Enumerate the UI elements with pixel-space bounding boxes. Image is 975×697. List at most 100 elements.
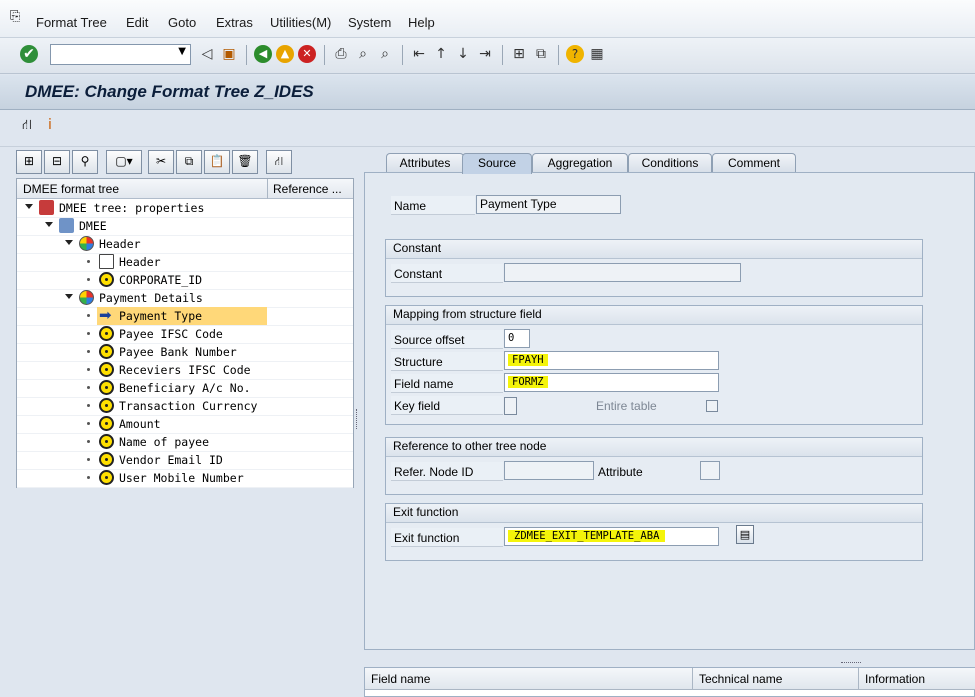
- tree-node-dmee[interactable]: DMEE: [17, 217, 353, 236]
- entire-table-checkbox[interactable]: [706, 400, 718, 412]
- field-name-field[interactable]: FORMZ: [504, 373, 719, 392]
- cut-icon[interactable]: ✂: [148, 150, 174, 174]
- grid-resize-grip[interactable]: [841, 662, 861, 664]
- toolbar-separator: [502, 45, 503, 65]
- tree-node-corporate-id[interactable]: CORPORATE_ID: [17, 271, 353, 290]
- tree-node-payment-details[interactable]: Payment Details: [17, 289, 353, 308]
- expand-triangle-icon[interactable]: [45, 222, 53, 227]
- structure-field[interactable]: FPAYH: [504, 351, 719, 370]
- tree-node-label: Name of payee: [119, 435, 209, 449]
- tree-node-user-mobile[interactable]: User Mobile Number: [17, 469, 353, 488]
- refer-node-id-field[interactable]: [504, 461, 594, 480]
- tab-aggregation[interactable]: Aggregation: [532, 153, 628, 174]
- tab-comment[interactable]: Comment: [712, 153, 796, 174]
- find-icon[interactable]: ⌕: [354, 45, 372, 63]
- splitter-grip[interactable]: [356, 409, 358, 429]
- tree-column-format[interactable]: DMEE format tree: [23, 182, 119, 196]
- chevron-down-icon[interactable]: ▼: [178, 46, 186, 57]
- tab-attributes[interactable]: Attributes: [386, 153, 464, 174]
- attribute-field[interactable]: [700, 461, 720, 480]
- menu-help[interactable]: Help: [408, 15, 435, 30]
- tree-node-label: Beneficiary A/c No.: [119, 381, 251, 395]
- tree-node-name-of-payee[interactable]: Name of payee: [17, 433, 353, 452]
- find-next-icon[interactable]: ⌕: [376, 45, 394, 63]
- grid-column-field-name[interactable]: Field name: [365, 668, 693, 690]
- copy-icon[interactable]: ⧉: [176, 150, 202, 174]
- menu-utilities[interactable]: Utilities(M): [270, 15, 331, 30]
- tree-structure-icon[interactable]: ⛙: [266, 150, 292, 174]
- bullet-icon: [87, 278, 90, 281]
- tree-node-payee-ifsc[interactable]: Payee IFSC Code: [17, 325, 353, 344]
- info-icon[interactable]: i: [48, 117, 52, 133]
- bullet-icon: [87, 386, 90, 389]
- menu-format-tree[interactable]: Format Tree: [36, 15, 107, 30]
- expand-triangle-icon[interactable]: [25, 204, 33, 209]
- cancel-icon[interactable]: ✕: [298, 45, 316, 63]
- expand-triangle-icon[interactable]: [65, 294, 73, 299]
- save-icon[interactable]: ▣: [220, 45, 238, 63]
- reference-group-title: Reference to other tree node: [386, 438, 922, 457]
- enter-icon[interactable]: ✔: [20, 45, 38, 63]
- tab-conditions[interactable]: Conditions: [628, 153, 712, 174]
- exit-function-label: Exit function: [394, 531, 459, 545]
- tree-node-label: DMEE: [79, 219, 107, 233]
- tree-node-receivers-ifsc[interactable]: Receviers IFSC Code: [17, 361, 353, 380]
- bullet-icon: [87, 422, 90, 425]
- exit-icon[interactable]: ▲: [276, 45, 294, 63]
- name-label: Name: [394, 199, 426, 213]
- expand-triangle-icon[interactable]: [65, 240, 73, 245]
- constant-field[interactable]: [504, 263, 741, 282]
- bullet-icon: [87, 440, 90, 443]
- paste-icon[interactable]: 📋: [204, 150, 230, 174]
- menu-edit[interactable]: Edit: [126, 15, 148, 30]
- tree-node-beneficiary-ac[interactable]: Beneficiary A/c No.: [17, 379, 353, 398]
- key-field-checkbox[interactable]: [504, 397, 517, 415]
- field-icon: [99, 398, 114, 413]
- collapse-icon[interactable]: ⊟: [44, 150, 70, 174]
- back-arrow-icon[interactable]: ◁: [198, 45, 216, 63]
- source-offset-field[interactable]: 0: [504, 329, 530, 348]
- exit-function-field[interactable]: ZDMEE_EXIT_TEMPLATE_ABA: [504, 527, 719, 546]
- tree-node-header[interactable]: Header: [17, 235, 353, 254]
- help-icon[interactable]: ?: [566, 45, 584, 63]
- grid-column-information[interactable]: Information: [859, 668, 975, 690]
- previous-page-icon[interactable]: ↑: [432, 45, 450, 63]
- tab-source[interactable]: Source: [462, 153, 532, 174]
- tree-column-reference[interactable]: Reference ...: [273, 182, 342, 196]
- segment-icon: [79, 290, 94, 305]
- print-icon[interactable]: ⎙: [332, 45, 350, 63]
- panel-splitter[interactable]: [354, 147, 362, 697]
- tree-node-header-technical[interactable]: Header: [17, 253, 353, 272]
- tree-node-label: Amount: [119, 417, 161, 431]
- last-page-icon[interactable]: ⇥: [476, 45, 494, 63]
- arrow-right-icon: ➡: [99, 306, 112, 324]
- tree-node-payment-type[interactable]: ➡ Payment Type: [17, 307, 353, 326]
- create-node-icon[interactable]: ▢▾: [106, 150, 142, 174]
- menu-extras[interactable]: Extras: [216, 15, 253, 30]
- back-icon[interactable]: ◀: [254, 45, 272, 63]
- delete-icon[interactable]: 🗑: [232, 150, 258, 174]
- expand-icon[interactable]: ⊞: [16, 150, 42, 174]
- grid-column-technical-name[interactable]: Technical name: [693, 668, 859, 690]
- tree-node-vendor-email[interactable]: Vendor Email ID: [17, 451, 353, 470]
- next-page-icon[interactable]: ↓: [454, 45, 472, 63]
- menu-goto[interactable]: Goto: [168, 15, 196, 30]
- bullet-icon: [87, 332, 90, 335]
- tree-node-properties[interactable]: DMEE tree: properties: [17, 199, 353, 218]
- tree-node-amount[interactable]: Amount: [17, 415, 353, 434]
- tree-node-label: Header: [99, 237, 141, 251]
- binoculars-icon[interactable]: ⚲: [72, 150, 98, 174]
- shortcut-icon[interactable]: ⧉: [532, 45, 550, 63]
- new-session-icon[interactable]: ⊞: [510, 45, 528, 63]
- hierarchy-icon[interactable]: ⛙: [22, 117, 32, 135]
- column-divider[interactable]: [267, 179, 268, 199]
- tree-node-payee-bank-number[interactable]: Payee Bank Number: [17, 343, 353, 362]
- menu-system-icon[interactable]: ⎘: [10, 9, 20, 24]
- customize-layout-icon[interactable]: ▦: [588, 45, 606, 63]
- first-page-icon[interactable]: ⇤: [410, 45, 428, 63]
- tree-node-transaction-currency[interactable]: Transaction Currency: [17, 397, 353, 416]
- function-details-icon[interactable]: ▤: [736, 525, 754, 544]
- menu-system[interactable]: System: [348, 15, 391, 30]
- command-field[interactable]: ▼: [50, 44, 191, 65]
- name-field[interactable]: Payment Type: [476, 195, 621, 214]
